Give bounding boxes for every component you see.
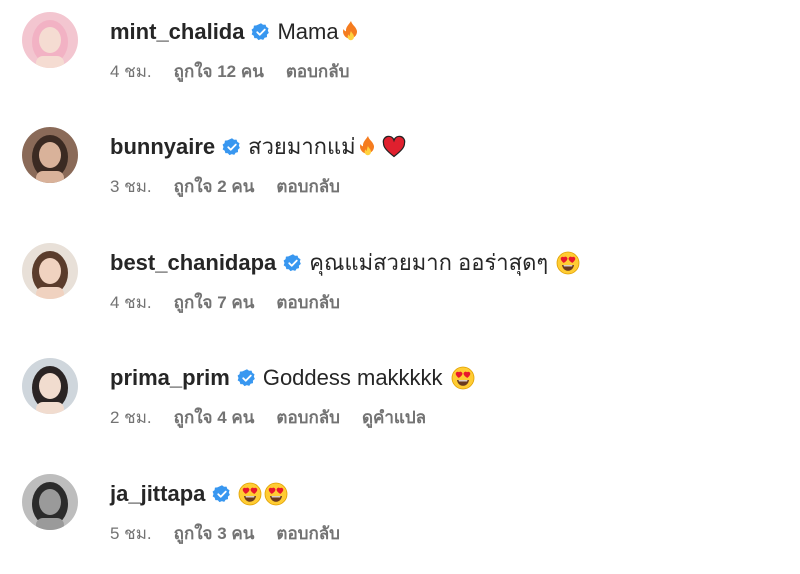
see-translation-button[interactable]: ดูคำแปล <box>362 407 426 429</box>
verified-badge-icon <box>212 484 232 504</box>
comment-time: 4 ชม. <box>110 62 152 81</box>
comment-item: ja_jittapa 5 ชม. ถูกใจ 3 คน ตอบกลับ <box>22 474 782 574</box>
comment-time: 3 ชม. <box>110 177 152 196</box>
username[interactable]: mint_chalida <box>110 18 244 46</box>
reply-button[interactable]: ตอบกลับ <box>276 292 340 314</box>
comment-meta: 4 ชม. ถูกใจ 12 คน ตอบกลับ <box>110 61 371 83</box>
comment-text: คุณแม่สวยมาก ออร่าสุดๆ <box>309 250 549 275</box>
comments-list: mint_chalida Mama 4 ชม. ถูกใจ 12 คน ตอบกลับ b… <box>0 0 800 569</box>
comment-body: mint_chalida Mama <box>110 18 363 46</box>
comment-text: Mama <box>277 19 339 44</box>
comment-meta: 2 ชม. ถูกใจ 4 คน ตอบกลับ ดูคำแปล <box>110 407 426 429</box>
comment-body: prima_prim Goddess makkkkk <box>110 364 475 392</box>
comment-item: best_chanidapa คุณแม่สวยมาก ออร่าสุดๆ 4 ชม… <box>22 243 782 343</box>
username[interactable]: bunnyaire <box>110 133 215 161</box>
comment-item: bunnyaire สวยมากแม่ 3 ชม. ถูกใจ 2 คน ตอบกลับ <box>22 127 782 227</box>
verified-badge-icon <box>251 22 271 42</box>
verified-badge-icon <box>283 253 303 273</box>
comment-text: สวยมากแม่ <box>248 134 356 159</box>
reply-button[interactable]: ตอบกลับ <box>286 61 350 83</box>
avatar[interactable] <box>22 12 78 68</box>
avatar[interactable] <box>22 127 78 183</box>
username[interactable]: best_chanidapa <box>110 249 276 277</box>
avatar[interactable] <box>22 358 78 414</box>
comment-body: bunnyaire สวยมากแม่ <box>110 133 406 161</box>
comment-time: 4 ชม. <box>110 293 152 312</box>
comment-text: Goddess makkkkk <box>262 365 443 390</box>
fire-emoji <box>356 135 380 159</box>
comment-body: ja_jittapa <box>110 480 288 508</box>
likes-count-button[interactable]: ถูกใจ 4 คน <box>174 407 255 429</box>
likes-count-button[interactable]: ถูกใจ 7 คน <box>174 292 255 314</box>
likes-count-button[interactable]: ถูกใจ 2 คน <box>174 176 255 198</box>
red-heart-emoji <box>382 135 406 159</box>
fire-emoji <box>339 20 363 44</box>
reply-button[interactable]: ตอบกลับ <box>276 523 340 545</box>
username[interactable]: ja_jittapa <box>110 480 205 508</box>
comment-body: best_chanidapa คุณแม่สวยมาก ออร่าสุดๆ <box>110 249 580 277</box>
verified-badge-icon <box>237 368 257 388</box>
comment-time: 5 ชม. <box>110 524 152 543</box>
avatar[interactable] <box>22 243 78 299</box>
comment-meta: 4 ชม. ถูกใจ 7 คน ตอบกลับ <box>110 292 362 314</box>
heart-eyes-emoji <box>451 366 475 390</box>
comment-meta: 3 ชม. ถูกใจ 2 คน ตอบกลับ <box>110 176 362 198</box>
username[interactable]: prima_prim <box>110 364 230 392</box>
verified-badge-icon <box>222 137 242 157</box>
reply-button[interactable]: ตอบกลับ <box>276 176 340 198</box>
comment-time: 2 ชม. <box>110 408 152 427</box>
comment-item: prima_prim Goddess makkkkk 2 ชม. ถูกใจ 4 คน… <box>22 358 782 458</box>
avatar[interactable] <box>22 474 78 530</box>
likes-count-button[interactable]: ถูกใจ 12 คน <box>174 61 264 83</box>
heart-eyes-emoji <box>556 251 580 275</box>
comment-meta: 5 ชม. ถูกใจ 3 คน ตอบกลับ <box>110 523 362 545</box>
heart-eyes-emoji <box>238 482 262 506</box>
heart-eyes-emoji <box>264 482 288 506</box>
likes-count-button[interactable]: ถูกใจ 3 คน <box>174 523 255 545</box>
reply-button[interactable]: ตอบกลับ <box>276 407 340 429</box>
comment-item: mint_chalida Mama 4 ชม. ถูกใจ 12 คน ตอบกลับ <box>22 12 782 112</box>
